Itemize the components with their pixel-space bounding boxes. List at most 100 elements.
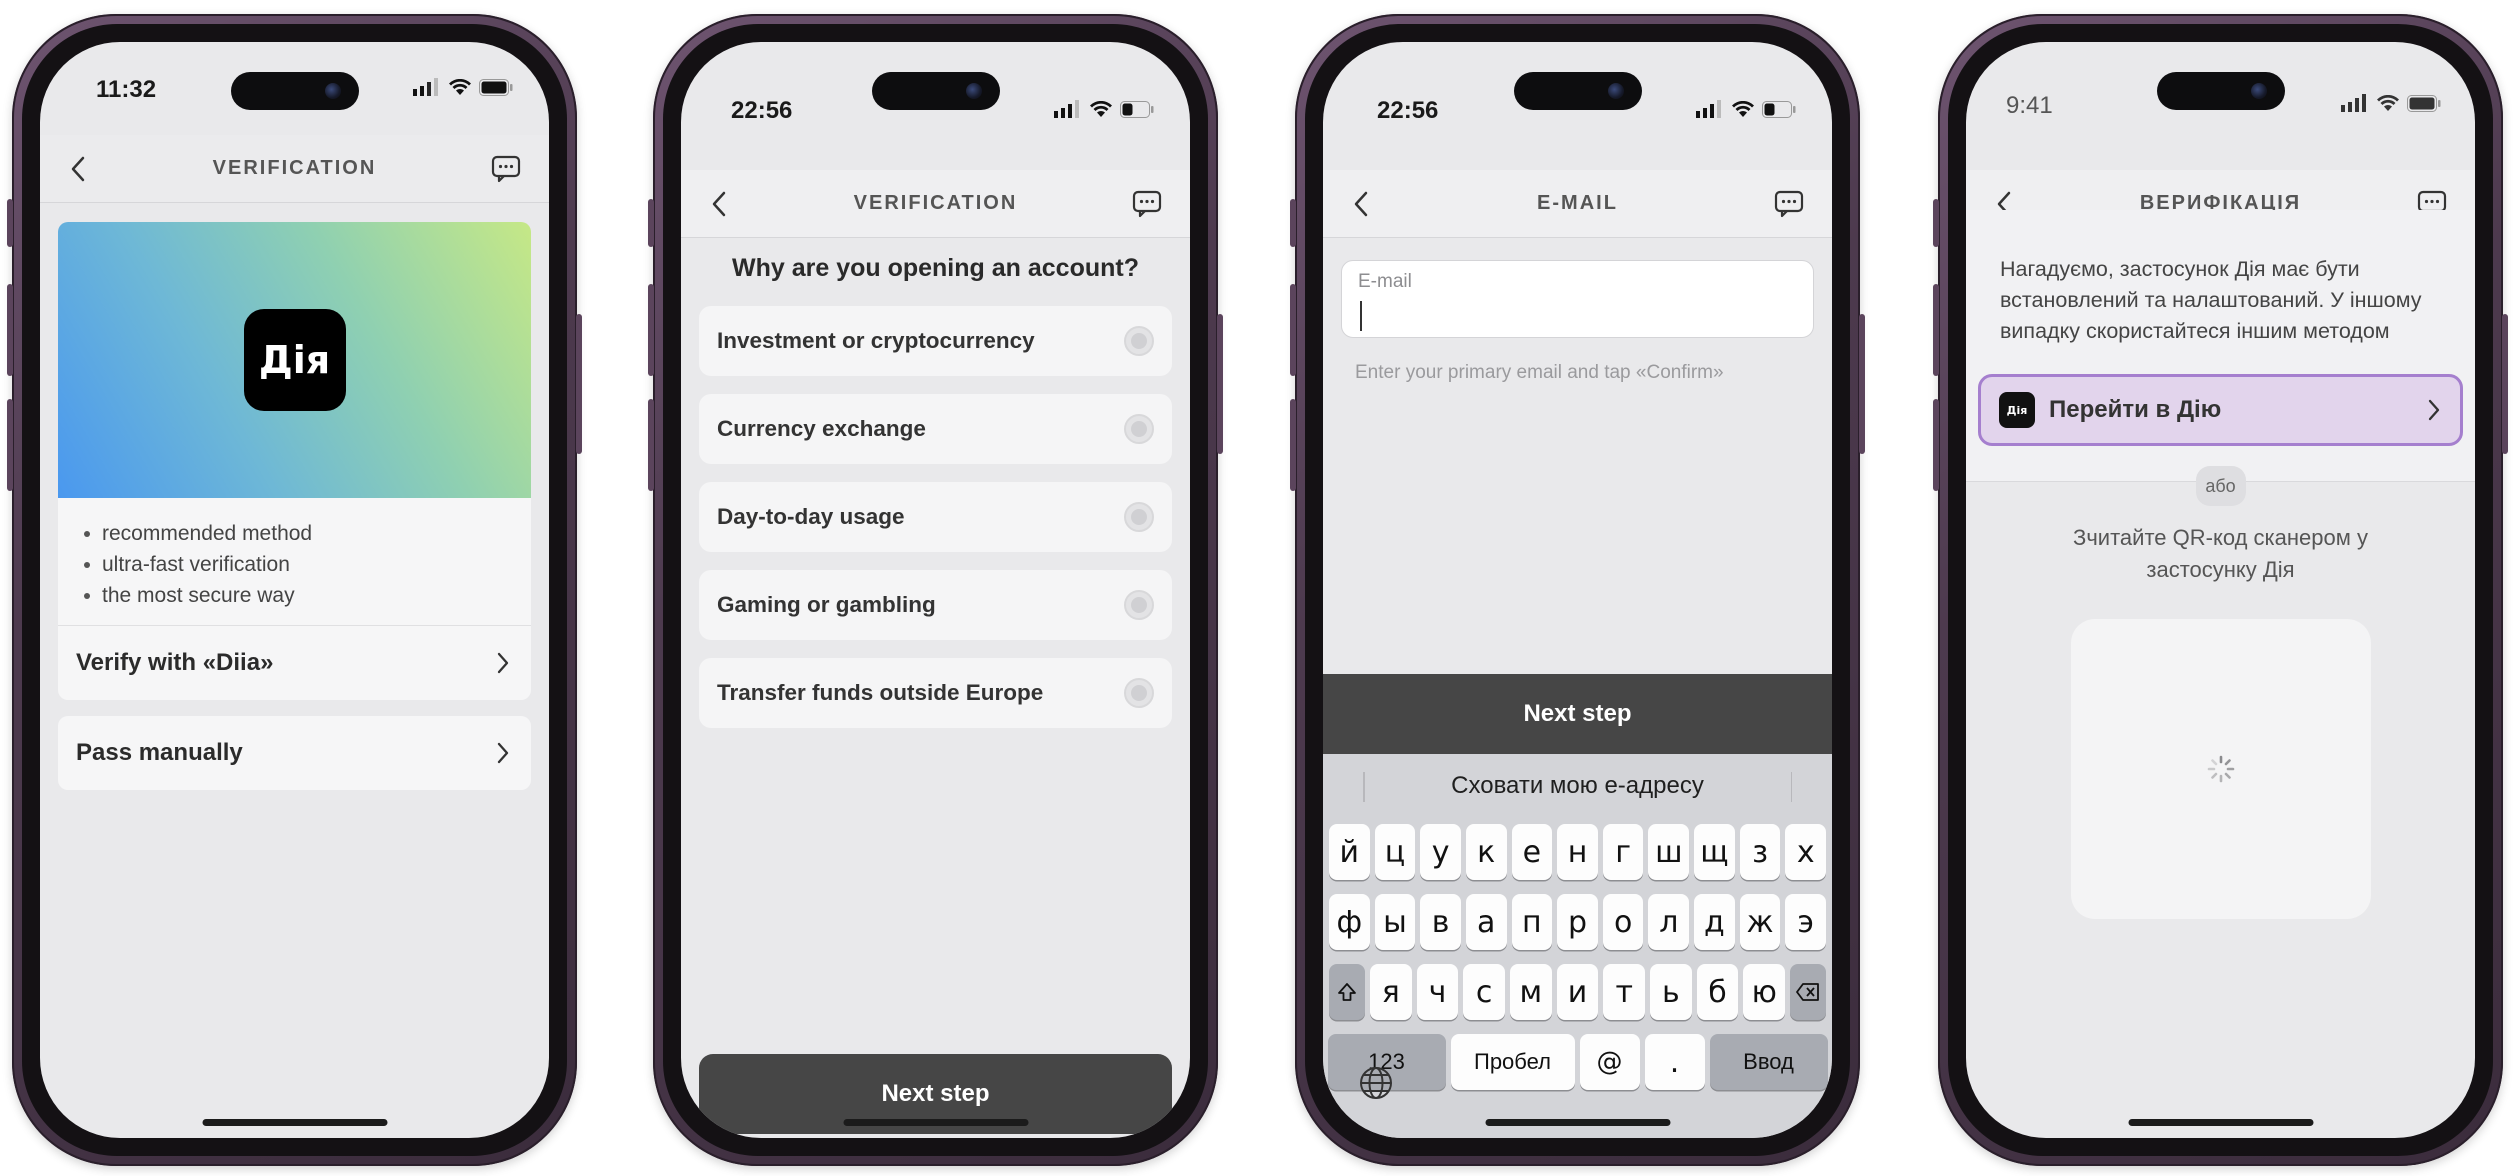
- diia-logo: Дія: [243, 309, 346, 411]
- screen-account-purpose: 22:56 VERIFICATION Why are you opening a…: [681, 42, 1190, 1138]
- email-field-label: E-mail: [1358, 271, 1412, 292]
- key[interactable]: с: [1463, 964, 1505, 1020]
- shift-key[interactable]: [1328, 964, 1365, 1020]
- key[interactable]: т: [1603, 964, 1646, 1020]
- key[interactable]: в: [1420, 894, 1461, 950]
- key[interactable]: ю: [1743, 964, 1786, 1020]
- status-time: 11:32: [96, 76, 157, 103]
- key[interactable]: р: [1557, 894, 1598, 950]
- at-key[interactable]: @: [1579, 1034, 1640, 1090]
- key[interactable]: ь: [1650, 964, 1692, 1020]
- key[interactable]: ч: [1416, 964, 1459, 1020]
- wifi-icon: [1732, 100, 1754, 117]
- key[interactable]: з: [1739, 824, 1781, 880]
- key[interactable]: ш: [1648, 824, 1690, 880]
- key[interactable]: а: [1465, 894, 1507, 950]
- status-time: 22:56: [1377, 97, 1439, 124]
- key[interactable]: ы: [1374, 894, 1416, 950]
- choice-gaming[interactable]: Gaming or gambling: [699, 570, 1172, 640]
- space-key[interactable]: Пробел: [1450, 1034, 1575, 1090]
- battery-icon: [2407, 94, 2441, 112]
- radio-button[interactable]: [1124, 678, 1154, 708]
- key[interactable]: г: [1602, 824, 1644, 880]
- diia-reminder-text: Нагадуємо, застосунок Дія має бути встан…: [2000, 257, 2422, 343]
- home-indicator[interactable]: [1485, 1119, 1670, 1126]
- pass-manually-button[interactable]: Pass manually: [58, 716, 531, 790]
- home-indicator[interactable]: [2128, 1119, 2313, 1126]
- back-chevron-icon[interactable]: [711, 191, 727, 217]
- signal-icon: [1696, 100, 1721, 118]
- battery-icon: [1762, 100, 1796, 118]
- home-indicator[interactable]: [843, 1119, 1028, 1126]
- key[interactable]: ц: [1374, 824, 1416, 880]
- key[interactable]: н: [1557, 824, 1598, 880]
- return-key[interactable]: Ввод: [1709, 1034, 1828, 1090]
- chat-support-icon[interactable]: [1774, 190, 1804, 218]
- radio-button[interactable]: [1124, 414, 1154, 444]
- battery-icon: [479, 78, 513, 96]
- keyboard-suggestion[interactable]: Сховати мою е-адресу: [1323, 754, 1832, 818]
- backspace-key[interactable]: [1790, 964, 1827, 1020]
- diia-mini-logo: Дія: [1999, 392, 2035, 428]
- go-to-diia-button[interactable]: Дія Перейти в Дію: [1978, 374, 2463, 446]
- choice-currency-exchange[interactable]: Currency exchange: [699, 394, 1172, 464]
- globe-icon[interactable]: [1359, 1066, 1393, 1100]
- choice-day-to-day[interactable]: Day-to-day usage: [699, 482, 1172, 552]
- key[interactable]: у: [1420, 824, 1461, 880]
- radio-button[interactable]: [1124, 590, 1154, 620]
- wifi-icon: [2377, 94, 2399, 111]
- radio-button[interactable]: [1124, 326, 1154, 356]
- battery-icon: [1120, 100, 1154, 118]
- dot-key[interactable]: .: [1644, 1034, 1705, 1090]
- key[interactable]: п: [1511, 894, 1553, 950]
- key[interactable]: о: [1602, 894, 1644, 950]
- key[interactable]: м: [1510, 964, 1552, 1020]
- benefit-item: the most secure way: [82, 580, 531, 611]
- choice-label: Day-to-day usage: [717, 504, 905, 529]
- option-label: Verify with «Diia»: [76, 649, 274, 676]
- choice-investment[interactable]: Investment or cryptocurrency: [699, 306, 1172, 376]
- next-step-button[interactable]: Next step: [1323, 674, 1832, 754]
- key[interactable]: е: [1511, 824, 1553, 880]
- verify-with-diia-button[interactable]: Verify with «Diia»: [58, 626, 531, 700]
- page-title: E-MAIL: [1537, 192, 1618, 214]
- key[interactable]: ж: [1739, 894, 1781, 950]
- purpose-question: Why are you opening an account?: [732, 254, 1139, 282]
- loading-spinner-icon: [2207, 755, 2234, 783]
- status-time: 22:56: [731, 97, 793, 124]
- phone-1: 11:32 VERIFICATION Дія recommended metho…: [7, 14, 582, 1166]
- key[interactable]: э: [1785, 894, 1827, 950]
- chat-support-icon[interactable]: [491, 155, 521, 183]
- chevron-right-icon: [497, 652, 509, 674]
- back-chevron-icon[interactable]: [70, 156, 86, 182]
- key[interactable]: д: [1694, 894, 1735, 950]
- phone-2: 22:56 VERIFICATION Why are you opening a…: [648, 14, 1223, 1166]
- nav-bar: VERIFICATION: [681, 170, 1190, 238]
- signal-icon: [2341, 94, 2366, 112]
- or-separator: або: [2195, 466, 2246, 506]
- key[interactable]: к: [1465, 824, 1507, 880]
- radio-button[interactable]: [1124, 502, 1154, 532]
- key[interactable]: х: [1785, 824, 1827, 880]
- key[interactable]: щ: [1694, 824, 1735, 880]
- nav-bar: VERIFICATION: [40, 135, 549, 203]
- go-to-diia-label: Перейти в Дію: [2049, 396, 2222, 423]
- key[interactable]: й: [1328, 824, 1370, 880]
- signal-icon: [413, 78, 438, 96]
- email-field[interactable]: E-mail: [1341, 260, 1814, 338]
- chevron-right-icon: [497, 742, 509, 764]
- back-chevron-icon[interactable]: [1353, 191, 1369, 217]
- key[interactable]: ф: [1328, 894, 1370, 950]
- key[interactable]: л: [1648, 894, 1690, 950]
- home-indicator[interactable]: [202, 1119, 387, 1126]
- key[interactable]: я: [1369, 964, 1412, 1020]
- option-label: Pass manually: [76, 739, 243, 766]
- diia-hero-banner: Дія: [58, 222, 531, 498]
- choice-transfer-outside-europe[interactable]: Transfer funds outside Europe: [699, 658, 1172, 728]
- email-hint: Enter your primary email and tap «Confir…: [1355, 362, 1724, 383]
- key[interactable]: б: [1696, 964, 1739, 1020]
- key[interactable]: и: [1556, 964, 1599, 1020]
- chat-support-icon[interactable]: [1132, 190, 1162, 218]
- shift-icon: [1338, 983, 1356, 1001]
- phone-3: 22:56 E-MAIL E-mail Enter your primary e…: [1290, 14, 1865, 1166]
